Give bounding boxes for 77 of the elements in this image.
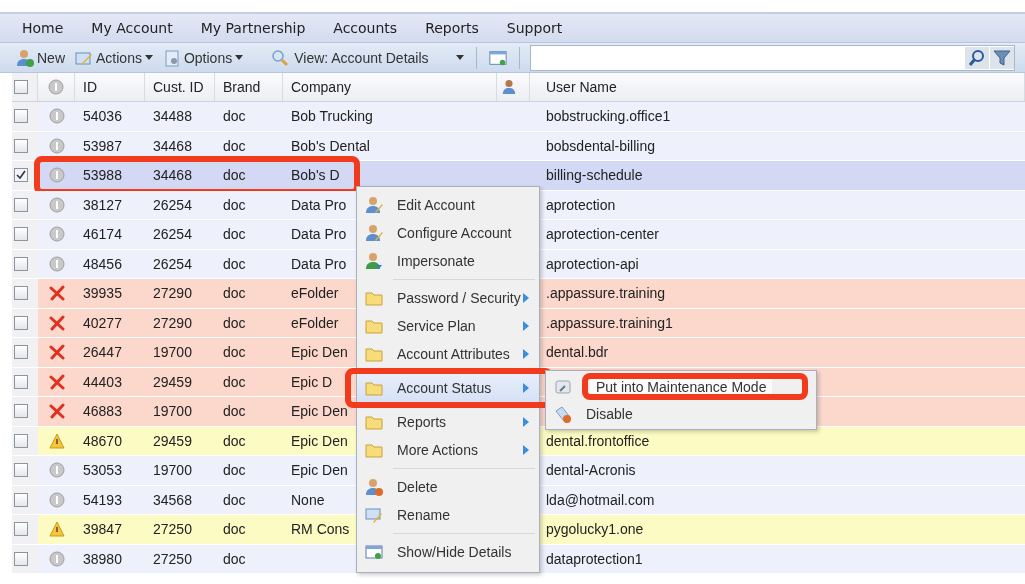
table-cell-text: 34488 — [152, 107, 193, 127]
table-cell-text: 34468 — [152, 166, 193, 186]
table-cell: Bob's D — [291, 167, 340, 184]
table-cell: Bob's Dental — [291, 137, 370, 154]
table-cell-text: 27290 — [152, 313, 193, 333]
table-cell-text: 40277 — [82, 313, 123, 333]
table-cell-text: doc — [222, 225, 247, 245]
table-cell: None — [291, 491, 325, 508]
table-cell-text: doc — [222, 195, 247, 215]
table-cell: bobstrucking.office1 — [546, 108, 671, 125]
table-cell: billing-schedule — [546, 167, 643, 184]
table-cell: Data Pro — [291, 196, 347, 213]
table-cell-text: doc — [222, 343, 247, 363]
table-cell-text: 46883 — [82, 402, 123, 422]
table-cell: aprotection-api — [546, 255, 639, 272]
table-cell: Bob Trucking — [291, 108, 373, 125]
table-cell-text: 19700 — [152, 343, 193, 363]
table-cell: Epic D — [291, 373, 333, 390]
table-cell-text: 54193 — [82, 490, 123, 510]
table-cell-text: 26254 — [152, 195, 193, 215]
table-cell: Epic Den — [291, 462, 348, 479]
table-cell-text: doc — [222, 431, 247, 451]
table-cell-text: 27290 — [152, 284, 193, 304]
table-cell: dataprotection1 — [546, 550, 643, 567]
table-cell-text: 26447 — [82, 343, 123, 363]
table-cell-text: 19700 — [152, 461, 193, 481]
table-cell-text: doc — [222, 136, 247, 156]
table-cell-text: doc — [222, 313, 247, 333]
table-cell-text: doc — [222, 490, 247, 510]
table-cell: pygolucky1.one — [546, 521, 644, 538]
table-cell-text: 27250 — [152, 549, 193, 569]
table-cell-text: doc — [222, 549, 247, 569]
table-cell: Epic Den — [291, 403, 348, 420]
table-cell-text: 34468 — [152, 136, 193, 156]
table-cell-text: 26254 — [152, 225, 193, 245]
table-cell-text: 39935 — [82, 284, 123, 304]
table-cell: Data Pro — [291, 226, 347, 243]
table-cell-text: doc — [222, 284, 247, 304]
table-cell-text: doc — [222, 166, 247, 186]
table-cell: Epic Den — [291, 432, 348, 449]
table-cell: Data Pro — [291, 255, 347, 272]
table-cell-text: doc — [222, 520, 247, 540]
table-cell: dental.bdr — [546, 344, 609, 361]
table-cell-text: 39847 — [82, 520, 123, 540]
table-cell-text: doc — [222, 107, 247, 127]
table-cell: aprotection-center — [546, 226, 659, 243]
table-cell-text: 48670 — [82, 431, 123, 451]
table-cell-text: 38980 — [82, 549, 123, 569]
table-cell: dental.frontoffice — [546, 432, 650, 449]
table-cell-text: doc — [222, 461, 247, 481]
table-cell: lda@hotmail.com — [546, 491, 655, 508]
table-cell: eFolder — [291, 285, 339, 302]
table-cell-text: 34568 — [152, 490, 193, 510]
table-cell-text: 48456 — [82, 254, 123, 274]
table-cell: bobsdental-billing — [546, 137, 655, 154]
table-cell-text: 26254 — [152, 254, 193, 274]
table-cell: dental-Acronis — [546, 462, 636, 479]
table-cell-text: doc — [222, 254, 247, 274]
table-cell-text: 27250 — [152, 520, 193, 540]
table-cell-text: doc — [222, 402, 247, 422]
table-cell: .appassure.training — [546, 285, 666, 302]
table-cell: aprotection — [546, 196, 616, 213]
table-cell-text: 44403 — [82, 372, 123, 392]
table-cell: Epic Den — [291, 344, 348, 361]
table-cell-text: 53053 — [82, 461, 123, 481]
table-cell-text: 53987 — [82, 136, 123, 156]
table-cell: .appassure.training1 — [546, 314, 673, 331]
table-cell: RM Cons — [291, 521, 350, 538]
table-cell-text: doc — [222, 372, 247, 392]
table-cell: eFolder — [291, 314, 339, 331]
table-cell-text: 29459 — [152, 431, 193, 451]
table-cell-text: 46174 — [82, 225, 123, 245]
table-cell-text: 19700 — [152, 402, 193, 422]
table-cell-text: 53988 — [82, 166, 123, 186]
table-cell-text: 54036 — [82, 107, 123, 127]
table-cell-text: 38127 — [82, 195, 123, 215]
table-cell-text: 29459 — [152, 372, 193, 392]
